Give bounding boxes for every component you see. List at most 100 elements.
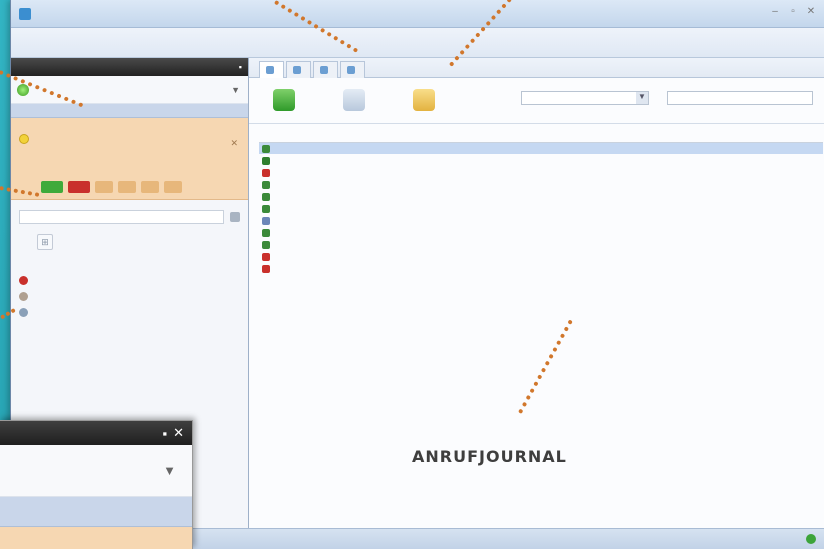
- cell-number: [449, 238, 555, 250]
- cell-duration: [633, 142, 693, 154]
- call-button[interactable]: [261, 81, 307, 121]
- cell-date: [555, 178, 633, 190]
- phone-icon: [266, 66, 274, 74]
- cell-for: [693, 190, 823, 202]
- cell-name: [259, 238, 449, 250]
- table-row[interactable]: [259, 166, 823, 178]
- cell-duration: [633, 238, 693, 250]
- cell-duration: [633, 178, 693, 190]
- journal-annotation-label: ANRUFJOURNAL: [412, 447, 567, 466]
- phone-call-icon: [273, 88, 295, 111]
- window-controls: – ▫ ✕: [768, 6, 818, 17]
- hangup-call-button[interactable]: [68, 181, 90, 193]
- tab-strip: [249, 58, 824, 78]
- column-header-duration[interactable]: [633, 129, 693, 143]
- cell-number: [449, 166, 555, 178]
- call-type-icon: [262, 156, 270, 165]
- quick-link-fax[interactable]: [11, 304, 249, 320]
- dialpad-button[interactable]: ⊞: [37, 234, 53, 250]
- missed-call-icon: [19, 275, 28, 285]
- call-type-icon: [262, 204, 270, 213]
- close-icon: ✕: [173, 425, 184, 440]
- note-call-button[interactable]: [141, 181, 159, 193]
- cell-date: [555, 154, 633, 166]
- column-header-name[interactable]: [259, 129, 449, 143]
- table-row[interactable]: [259, 238, 823, 250]
- cell-name: [259, 142, 449, 154]
- open-button[interactable]: [401, 81, 447, 121]
- cell-for: [693, 178, 823, 190]
- pin-icon: ▪: [162, 425, 168, 441]
- journal-toolbar: ▼: [249, 78, 824, 124]
- cell-number: [449, 154, 555, 166]
- cell-number: [449, 262, 555, 274]
- cell-duration: [633, 214, 693, 226]
- tab-calls[interactable]: [259, 61, 284, 78]
- column-header-for[interactable]: [693, 129, 823, 143]
- table-row[interactable]: [259, 178, 823, 190]
- table-row[interactable]: [259, 226, 823, 238]
- conference-call-button[interactable]: [164, 181, 182, 193]
- table-row[interactable]: [259, 142, 823, 154]
- call-close-icon[interactable]: ✕: [230, 138, 238, 149]
- cell-for: [693, 238, 823, 250]
- table-row[interactable]: [259, 214, 823, 226]
- call-type-icon: [262, 216, 270, 225]
- zoom-inset-line-bar: [0, 497, 192, 527]
- call-type-icon: [262, 192, 270, 201]
- quick-link-voicemail[interactable]: [11, 288, 249, 304]
- table-row[interactable]: [259, 190, 823, 202]
- table-row[interactable]: [259, 262, 823, 274]
- voicemail-icon: [19, 291, 28, 301]
- cell-for: [693, 214, 823, 226]
- cell-name: [259, 214, 449, 226]
- column-header-date[interactable]: [555, 129, 633, 143]
- dial-search-row: [11, 200, 248, 234]
- call-type-icon: [262, 240, 270, 249]
- call-journal-table: [259, 129, 823, 274]
- cell-number: [449, 202, 555, 214]
- cell-duration: [633, 226, 693, 238]
- chevron-down-icon: ▼: [636, 92, 648, 104]
- quick-link-missed-calls[interactable]: [11, 272, 249, 288]
- call-journal-rows: [259, 142, 823, 274]
- call-type-icon: [262, 168, 270, 177]
- document-icon: [347, 66, 355, 74]
- table-row[interactable]: [259, 250, 823, 262]
- maximize-button[interactable]: ▫: [786, 6, 800, 17]
- tab-contacts[interactable]: [286, 61, 311, 78]
- chevron-down-icon[interactable]: ▼: [231, 85, 240, 95]
- cell-number: [449, 190, 555, 202]
- close-button[interactable]: ✕: [804, 6, 818, 17]
- app-icon: [19, 8, 31, 20]
- chevron-down-icon: ▼: [163, 463, 176, 478]
- dial-search-input[interactable]: [19, 210, 224, 224]
- call-type-icon: [262, 180, 270, 189]
- contact-card-icon: [343, 88, 365, 111]
- call-type-icon: [262, 144, 270, 153]
- accept-call-button[interactable]: [41, 181, 63, 193]
- cell-name: [259, 178, 449, 190]
- contact-button[interactable]: [331, 81, 377, 121]
- table-header-row: [259, 129, 823, 143]
- minimize-button[interactable]: –: [768, 6, 782, 17]
- journal-filter-select[interactable]: ▼: [521, 91, 649, 105]
- call-status-led-icon: [19, 134, 29, 144]
- transfer-call-button[interactable]: [118, 181, 136, 193]
- zoom-inset-header: ▪ ✕: [0, 421, 192, 445]
- clear-search-icon[interactable]: [230, 212, 240, 222]
- table-row[interactable]: [259, 154, 823, 166]
- cell-name: [259, 262, 449, 274]
- panel-pin-icon[interactable]: ▪: [239, 58, 242, 76]
- tab-address-book[interactable]: [313, 61, 338, 78]
- tab-file[interactable]: [340, 61, 365, 78]
- table-row[interactable]: [259, 202, 823, 214]
- cell-for: [693, 262, 823, 274]
- journal-search-input[interactable]: [667, 91, 813, 105]
- column-header-number[interactable]: [449, 129, 555, 143]
- call-type-icon: [262, 264, 270, 273]
- cell-name: [259, 250, 449, 262]
- cell-for: [693, 250, 823, 262]
- cell-duration: [633, 250, 693, 262]
- hold-call-button[interactable]: [95, 181, 113, 193]
